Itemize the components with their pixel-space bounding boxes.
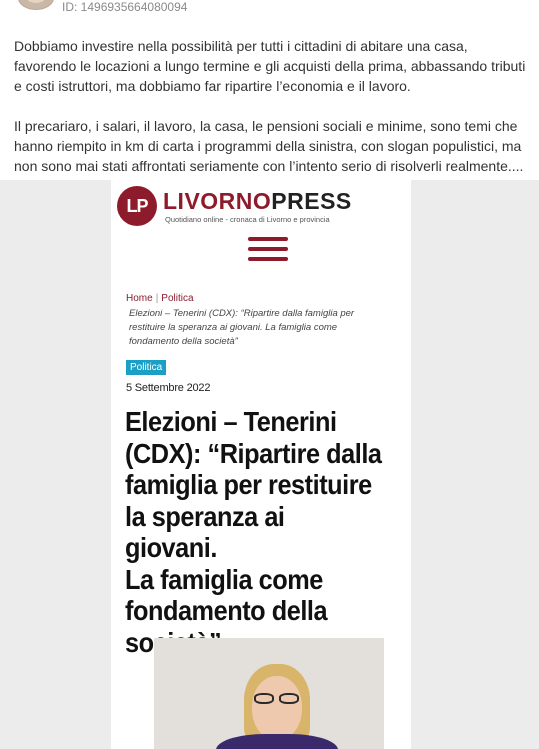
article-date: 5 Settembre 2022	[126, 382, 211, 394]
headline-line: famiglia per restituire	[125, 469, 372, 500]
breadcrumb-current: Elezioni – Tenerini (CDX): “Ripartire da…	[129, 308, 355, 347]
attached-screenshot[interactable]: LP LIVORNOPRESS Quotidiano online - cron…	[0, 180, 539, 749]
headline-line: La famiglia come	[125, 563, 323, 595]
headline-line: Elezioni – Tenerini	[125, 406, 337, 437]
logo-name: LIVORNOPRESS	[163, 188, 352, 215]
photo-face	[252, 676, 302, 740]
category-badge[interactable]: Politica	[126, 360, 167, 375]
hamburger-menu-icon[interactable]	[248, 237, 288, 261]
menu-bar	[248, 247, 288, 251]
article-photo[interactable]	[154, 638, 384, 749]
post-paragraph: Dobbiamo investire nella possibilità per…	[14, 38, 526, 94]
breadcrumb-politica-link[interactable]: Politica	[161, 293, 193, 304]
menu-bar	[248, 257, 288, 261]
logo-initials: LP	[117, 186, 157, 226]
avatar[interactable]	[18, 0, 54, 10]
breadcrumb-separator: |	[155, 293, 159, 304]
post-text: Dobbiamo investire nella possibilità per…	[14, 36, 529, 196]
post-paragraph: Il precariaro, i salari, il lavoro, la c…	[14, 118, 524, 174]
headline-line: (CDX): “Ripartire dalla	[125, 437, 382, 469]
breadcrumb-home-link[interactable]: Home	[126, 293, 153, 304]
post-header: ID: 1496935664080094	[0, 0, 539, 22]
article-page: LP LIVORNOPRESS Quotidiano online - cron…	[111, 180, 411, 749]
logo-name-part: PRESS	[271, 188, 352, 214]
breadcrumb: Home | Politica	[126, 293, 194, 304]
menu-bar	[248, 237, 288, 241]
article-headline: Elezioni – Tenerini (CDX): “Ripartire da…	[125, 406, 383, 658]
photo-glasses	[252, 693, 302, 705]
headline-line: fondamento della	[125, 595, 328, 626]
logo-tagline: Quotidiano online - cronaca di Livorno e…	[165, 215, 330, 224]
logo-name-part: LIVORNO	[163, 188, 272, 214]
livornopress-logo[interactable]: LP LIVORNOPRESS Quotidiano online - cron…	[117, 186, 357, 226]
headline-line: la speranza ai giovani.	[125, 500, 285, 564]
photo-body	[216, 734, 338, 749]
post-id: ID: 1496935664080094	[62, 0, 188, 14]
